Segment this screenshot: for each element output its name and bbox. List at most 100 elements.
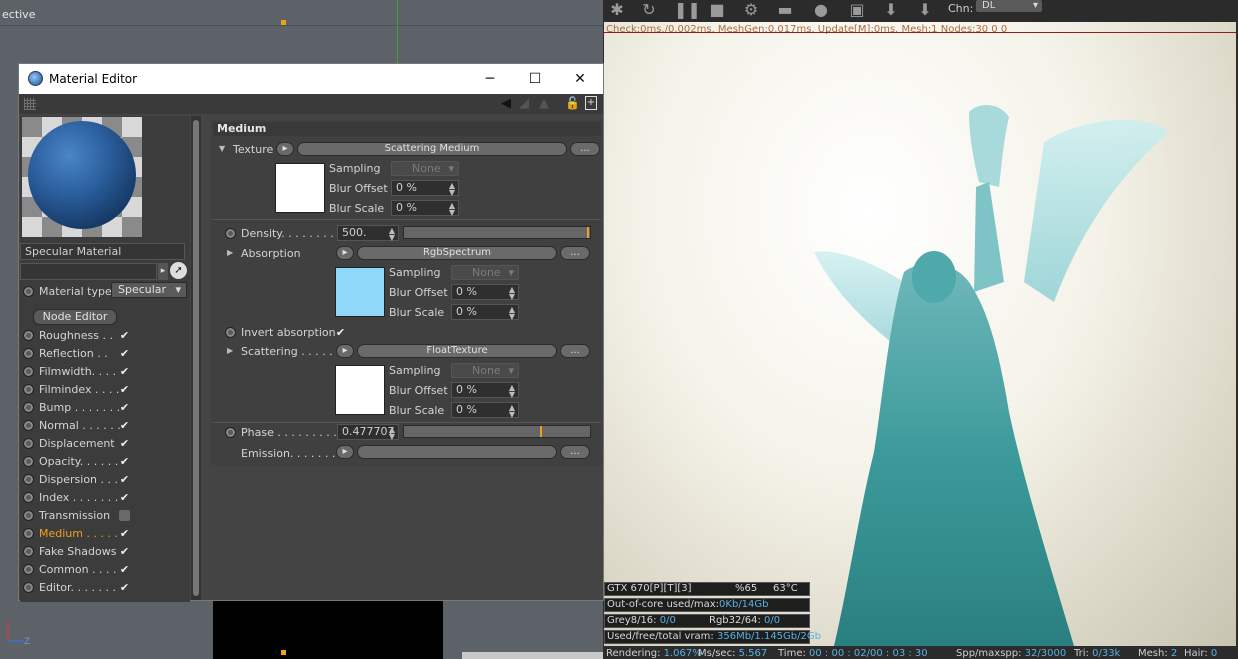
channel-checkbox[interactable] <box>119 510 130 521</box>
spinner-icon[interactable]: ▲ ▼ <box>509 286 515 301</box>
density-slider[interactable] <box>403 226 591 239</box>
channel-radio[interactable] <box>23 528 34 539</box>
channel-checkbox[interactable]: ✔ <box>119 546 130 557</box>
material-name-field[interactable]: Specular Material <box>20 243 185 260</box>
channel-radio[interactable] <box>23 330 34 341</box>
material-type-select[interactable]: Specular ▾ <box>111 282 187 298</box>
channel-radio[interactable] <box>23 438 34 449</box>
channel-row[interactable]: Medium . . . . . ✔ <box>19 525 187 543</box>
channel-radio[interactable] <box>23 402 34 413</box>
channel-row[interactable]: Opacity. . . . . . ✔ <box>19 453 187 471</box>
phase-field[interactable]: 0.477707 ▲ ▼ <box>337 424 399 441</box>
channel-radio[interactable] <box>23 474 34 485</box>
material-pin-icon[interactable]: ⬇ <box>916 1 934 19</box>
channel-checkbox[interactable]: ✔ <box>119 564 130 575</box>
absorption-expand-icon[interactable]: ▶ <box>227 248 233 257</box>
density-radio[interactable] <box>225 228 236 239</box>
texture-blur-offset-field[interactable]: 0 % ▲ ▼ <box>391 180 459 197</box>
material-link-field[interactable] <box>20 263 157 280</box>
invert-absorption-checkbox[interactable]: ✔ <box>335 327 346 338</box>
channel-radio[interactable] <box>23 510 34 521</box>
absorption-more-button[interactable]: ... <box>560 246 590 260</box>
channel-row[interactable]: Bump . . . . . . . ✔ <box>19 399 187 417</box>
picker-icon[interactable]: ▣ <box>848 1 866 19</box>
link-arrow-button[interactable]: ▸ <box>158 263 168 280</box>
forward-arrow-icon[interactable]: ◢ <box>519 96 529 111</box>
channel-radio[interactable] <box>23 582 34 593</box>
up-arrow-icon[interactable]: ▲ <box>539 96 549 111</box>
channel-checkbox[interactable]: ✔ <box>119 402 130 413</box>
absorption-arrow-button[interactable]: ▸ <box>336 246 354 260</box>
channel-scrollbar-thumb[interactable] <box>193 120 199 596</box>
absorption-color-swatch[interactable] <box>335 267 385 317</box>
scattering-blur-scale-field[interactable]: 0 % ▲ ▼ <box>451 402 519 419</box>
scattering-expand-icon[interactable]: ▶ <box>227 346 233 355</box>
channel-checkbox[interactable]: ✔ <box>119 420 130 431</box>
emission-more-button[interactable]: ... <box>560 445 590 459</box>
settings-icon[interactable]: ⚙ <box>742 1 760 19</box>
phase-radio[interactable] <box>225 427 236 438</box>
spinner-icon[interactable]: ▲ ▼ <box>449 202 455 217</box>
channel-row[interactable]: Filmwidth. . . . ✔ <box>19 363 187 381</box>
channel-checkbox[interactable]: ✔ <box>119 366 130 377</box>
scattering-link-button[interactable]: FloatTexture <box>357 344 557 358</box>
channel-checkbox[interactable]: ✔ <box>119 456 130 467</box>
material-editor-titlebar[interactable]: Material Editor ─ ☐ ✕ <box>19 64 603 94</box>
channel-checkbox[interactable]: ✔ <box>119 348 130 359</box>
material-ball-icon[interactable]: ● <box>812 1 830 19</box>
texture-expand-icon[interactable]: ▼ <box>219 144 225 153</box>
node-editor-button[interactable]: Node Editor <box>33 309 117 325</box>
texture-link-button[interactable]: Scattering Medium <box>297 142 567 156</box>
channel-row[interactable]: Common . . . . ✔ <box>19 561 187 579</box>
texture-arrow-button[interactable]: ▸ <box>276 142 294 156</box>
channel-row[interactable]: Displacement ✔ <box>19 435 187 453</box>
absorption-blur-scale-field[interactable]: 0 % ▲ ▼ <box>451 304 519 321</box>
channel-radio[interactable] <box>23 420 34 431</box>
lock-icon[interactable]: 🔓 <box>565 96 580 110</box>
spinner-icon[interactable]: ▲ ▼ <box>509 384 515 399</box>
channel-checkbox[interactable]: ✔ <box>119 330 130 341</box>
emission-link-button[interactable] <box>357 445 557 459</box>
channel-checkbox[interactable]: ✔ <box>119 438 130 449</box>
focus-pin-icon[interactable]: ⬇ <box>882 1 900 19</box>
channel-radio[interactable] <box>23 492 34 503</box>
new-window-icon[interactable]: + <box>585 96 597 110</box>
channel-radio[interactable] <box>23 564 34 575</box>
density-field[interactable]: 500. ▲ ▼ <box>337 225 399 242</box>
maximize-button[interactable]: ☐ <box>524 68 546 90</box>
channel-row[interactable]: Transmission <box>19 507 187 525</box>
channel-row[interactable]: Index . . . . . . . ✔ <box>19 489 187 507</box>
channel-radio[interactable] <box>23 546 34 557</box>
refresh-icon[interactable]: ↻ <box>640 1 658 19</box>
texture-more-button[interactable]: ... <box>570 142 600 156</box>
channel-row[interactable]: Editor. . . . . . . ✔ <box>19 579 187 597</box>
gear-icon[interactable]: ✱ <box>608 1 626 19</box>
channel-checkbox[interactable]: ✔ <box>119 582 130 593</box>
density-slider-handle[interactable] <box>587 227 590 238</box>
channel-checkbox[interactable]: ✔ <box>119 528 130 539</box>
spinner-icon[interactable]: ▲ ▼ <box>509 404 515 419</box>
phase-slider[interactable] <box>403 425 591 438</box>
channel-row[interactable]: Reflection . . ✔ <box>19 345 187 363</box>
region-icon[interactable]: ▬ <box>776 1 794 19</box>
back-arrow-icon[interactable]: ◀ <box>501 96 511 111</box>
spinner-icon[interactable]: ▲ ▼ <box>449 182 455 197</box>
channel-row[interactable]: Filmindex . . . . ✔ <box>19 381 187 399</box>
spinner-icon[interactable]: ▲ ▼ <box>389 426 395 441</box>
absorption-link-button[interactable]: RgbSpectrum <box>357 246 557 260</box>
phase-slider-handle[interactable] <box>540 426 543 437</box>
spinner-icon[interactable]: ▲ ▼ <box>389 227 395 242</box>
render-image[interactable] <box>604 22 1236 646</box>
close-button[interactable]: ✕ <box>569 68 591 90</box>
channel-checkbox[interactable]: ✔ <box>119 384 130 395</box>
spinner-icon[interactable]: ▲ ▼ <box>509 306 515 321</box>
emission-arrow-button[interactable]: ▸ <box>336 445 354 459</box>
absorption-blur-offset-field[interactable]: 0 % ▲ ▼ <box>451 284 519 301</box>
channel-row[interactable]: Dispersion . . . ✔ <box>19 471 187 489</box>
channel-radio[interactable] <box>23 366 34 377</box>
channel-row[interactable]: Roughness . . ✔ <box>19 327 187 345</box>
invert-absorption-radio[interactable] <box>225 327 236 338</box>
channel-radio[interactable] <box>23 384 34 395</box>
channel-radio[interactable] <box>23 348 34 359</box>
scattering-blur-offset-field[interactable]: 0 % ▲ ▼ <box>451 382 519 399</box>
